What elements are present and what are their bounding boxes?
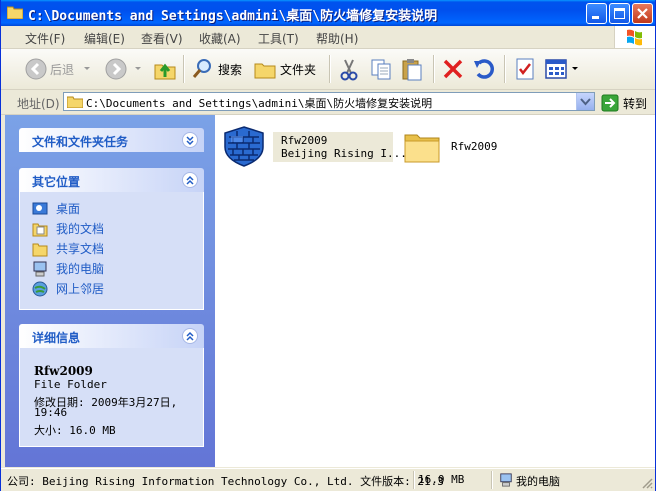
search-label: 搜索 [218,62,243,77]
folder-icon [7,6,23,19]
shared-folder-icon [32,243,48,256]
my-computer-icon [33,261,47,276]
my-computer-icon [500,473,512,487]
undo-icon [474,59,494,79]
views-button[interactable] [544,53,580,85]
collapse-chevron-icon[interactable] [182,172,198,188]
task-pane: 文件和文件夹任务 其它位置 桌面 我的文档 共享文档 我的电脑 网上邻居 详细信… [5,115,215,467]
back-label: 后退 [50,62,75,77]
cut-button[interactable] [337,53,361,85]
chevron-down-icon [572,67,578,70]
menu-edit[interactable]: 编辑(E) [84,30,125,47]
title-bar[interactable]: C:\Documents and Settings\admini\桌面\防火墙修… [1,0,655,26]
paste-button[interactable] [400,53,424,85]
file-folder-tasks-header[interactable]: 文件和文件夹任务 [19,128,204,152]
address-label: 地址(D) [17,97,60,111]
place-my-documents[interactable]: 我的文档 [32,220,104,237]
folders-button[interactable]: 文件夹 [253,53,316,85]
address-value: C:\Documents and Settings\admini\桌面\防火墙修… [86,97,433,110]
forward-button[interactable] [105,53,143,85]
other-places-header[interactable]: 其它位置 [19,168,204,192]
copy-icon [371,59,391,80]
details-body: Rfw2009 File Folder 修改日期: 2009年3月27日, 19… [19,348,204,447]
firewall-installer-icon [224,126,264,167]
menu-file[interactable]: 文件(F) [25,30,65,47]
toolbar: 后退 搜索 文件夹 [1,49,655,90]
go-button[interactable]: 转到 [601,94,647,112]
my-documents-icon [32,223,48,236]
up-folder-icon [154,63,176,80]
chevron-down-icon [580,98,591,106]
views-icon [545,59,567,79]
other-places-title: 其它位置 [32,175,81,189]
scissors-icon [340,59,358,81]
menu-tools[interactable]: 工具(T) [258,30,299,47]
copy-button[interactable] [369,53,393,85]
file-folder-tasks-title: 文件和文件夹任务 [32,135,129,149]
details-header[interactable]: 详细信息 [19,324,204,348]
address-bar: 地址(D) C:\Documents and Settings\admini\桌… [1,90,655,115]
properties-icon [516,58,534,80]
file-view: Rfw2009 Beijing Rising I... Rfw2009 [215,115,655,467]
menu-favorites[interactable]: 收藏(A) [199,30,241,47]
file-item-name: Rfw2009 [451,140,498,153]
place-shared-documents[interactable]: 共享文档 [32,240,104,257]
folders-icon [254,63,276,79]
minimize-button[interactable] [586,3,607,24]
address-dropdown-button[interactable] [576,93,594,110]
back-arrow-icon [25,58,47,80]
go-arrow-icon [601,94,619,112]
go-label: 转到 [623,96,648,111]
properties-button[interactable] [513,53,537,85]
file-item-installer[interactable]: Rfw2009 Beijing Rising I... [223,125,407,167]
details-title: 详细信息 [32,331,81,345]
details-panel: 详细信息 Rfw2009 File Folder 修改日期: 2009年3月27… [19,324,204,447]
network-places-icon [32,281,48,296]
place-desktop[interactable]: 桌面 [32,200,80,217]
status-company: 公司: Beijing Rising Information Technolog… [7,475,444,488]
file-item-name: Rfw2009 [281,134,328,147]
place-my-computer[interactable]: 我的电脑 [32,260,104,277]
file-folder-tasks-panel: 文件和文件夹任务 [19,128,204,152]
detail-name: Rfw2009 [34,364,93,378]
resize-grip-icon[interactable] [641,477,653,489]
maximize-button[interactable] [609,3,630,24]
menu-bar: 文件(F) 编辑(E) 查看(V) 收藏(A) 工具(T) 帮助(H) [1,26,655,49]
other-places-body: 桌面 我的文档 共享文档 我的电脑 网上邻居 [19,192,204,310]
status-location: 我的电脑 [516,475,560,488]
file-item-folder[interactable]: Rfw2009 [403,127,513,167]
folders-label: 文件夹 [280,62,317,77]
paste-icon [402,59,422,81]
close-button[interactable] [632,3,653,24]
menu-help[interactable]: 帮助(H) [316,30,358,47]
address-input[interactable]: C:\Documents and Settings\admini\桌面\防火墙修… [63,92,595,111]
detail-type: File Folder [34,378,107,391]
up-folder-button[interactable] [153,53,177,85]
delete-x-icon [443,59,463,79]
other-places-panel: 其它位置 桌面 我的文档 共享文档 我的电脑 网上邻居 [19,168,204,310]
expand-chevron-icon[interactable] [182,132,198,148]
folder-icon [404,134,440,163]
chevron-down-icon [84,67,91,70]
place-network[interactable]: 网上邻居 [32,280,104,297]
desktop-icon [32,202,48,214]
window-title: C:\Documents and Settings\admini\桌面\防火墙修… [28,9,438,24]
delete-button[interactable] [441,53,465,85]
file-item-company: Beijing Rising I... [281,147,407,160]
menu-view[interactable]: 查看(V) [141,30,183,47]
search-icon [192,59,211,78]
search-button[interactable]: 搜索 [191,53,242,85]
status-bar: 公司: Beijing Rising Information Technolog… [1,468,655,491]
collapse-chevron-icon[interactable] [182,328,198,344]
chevron-down-icon [135,67,141,70]
undo-button[interactable] [472,53,496,85]
explorer-window: C:\Documents and Settings\admini\桌面\防火墙修… [0,0,656,491]
folder-icon [67,96,83,108]
windows-logo [614,26,655,48]
forward-arrow-icon [105,58,127,80]
back-button[interactable]: 后退 [25,53,92,85]
detail-modified-time: 19:46 [34,406,68,419]
status-size: 16.0 MB [418,473,465,486]
detail-size: 大小: 16.0 MB [34,424,116,437]
